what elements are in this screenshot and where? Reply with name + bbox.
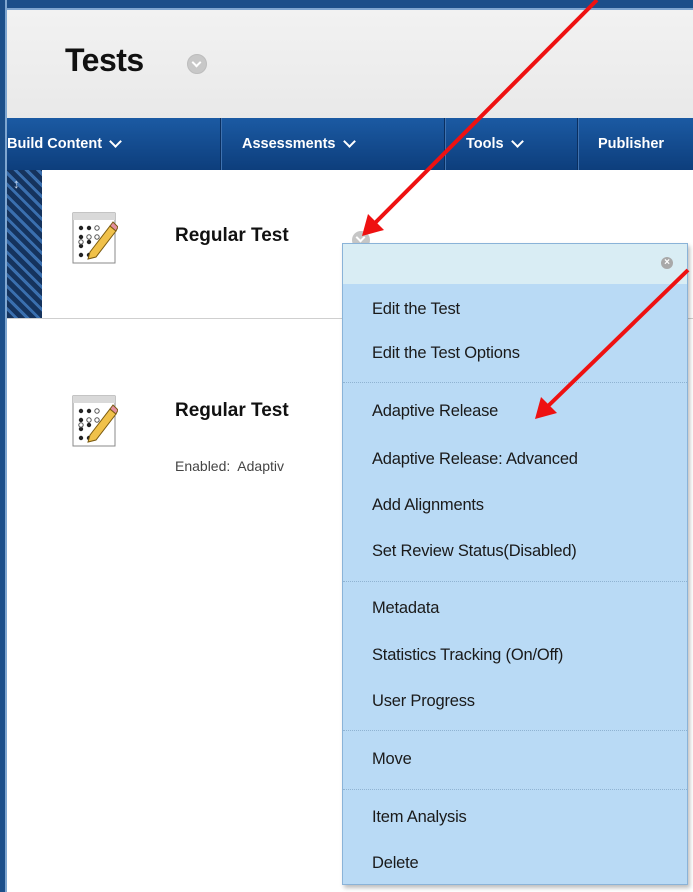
enabled-label: Enabled: — [175, 458, 231, 474]
title-options-chevron-icon[interactable] — [187, 54, 207, 74]
window-frame-top — [0, 0, 693, 10]
test-pencil-icon — [72, 212, 118, 264]
action-bar: Build Content Assessments Tools Publishe… — [7, 118, 693, 170]
actionbar-divider — [220, 118, 222, 170]
item-title-regular-test-2[interactable]: Regular Test — [175, 400, 289, 422]
publisher-label: Publisher — [598, 136, 665, 152]
menu-item-adaptive-release[interactable]: Adaptive Release — [343, 389, 687, 433]
menu-item-item-analysis[interactable]: Item Analysis — [343, 795, 687, 839]
test-pencil-icon — [72, 395, 118, 447]
actionbar-divider — [577, 118, 579, 170]
context-menu: × Edit the Test Edit the Test Options Ad… — [342, 243, 688, 885]
context-menu-header: × — [343, 244, 687, 284]
tools-label: Tools — [466, 136, 504, 152]
build-content-button[interactable]: Build Content — [7, 118, 122, 170]
menu-item-set-review-status[interactable]: Set Review Status(Disabled) — [343, 529, 687, 573]
menu-item-edit-test-options[interactable]: Edit the Test Options — [343, 331, 687, 375]
menu-item-statistics-tracking[interactable]: Statistics Tracking (On/Off) — [343, 633, 687, 677]
chevron-down-icon — [342, 135, 356, 148]
page-header: Tests — [7, 10, 693, 118]
menu-divider — [343, 730, 687, 731]
menu-divider — [343, 382, 687, 383]
chevron-down-icon — [109, 135, 122, 148]
build-content-label: Build Content — [7, 136, 103, 152]
window-frame-left — [0, 0, 7, 892]
drag-handle[interactable]: ↕ — [7, 170, 42, 318]
menu-item-move[interactable]: Move — [343, 737, 687, 781]
menu-divider — [343, 789, 687, 790]
close-icon[interactable]: × — [661, 257, 673, 269]
menu-item-edit-test[interactable]: Edit the Test — [343, 287, 687, 331]
enabled-value: Adaptiv — [237, 458, 284, 474]
actionbar-divider — [444, 118, 446, 170]
menu-divider — [343, 581, 687, 582]
menu-item-delete[interactable]: Delete — [343, 841, 687, 885]
menu-item-adaptive-release-advanced[interactable]: Adaptive Release: Advanced — [343, 437, 687, 481]
tools-button[interactable]: Tools — [466, 118, 524, 170]
item-title-regular-test[interactable]: Regular Test — [175, 225, 289, 247]
menu-item-metadata[interactable]: Metadata — [343, 586, 687, 630]
chevron-down-icon — [510, 135, 524, 148]
enabled-status: Enabled: Adaptiv — [175, 458, 284, 474]
menu-item-user-progress[interactable]: User Progress — [343, 679, 687, 723]
publisher-button[interactable]: Publisher — [598, 118, 664, 170]
menu-item-add-alignments[interactable]: Add Alignments — [343, 483, 687, 527]
reorder-arrow-icon: ↕ — [13, 176, 20, 191]
assessments-label: Assessments — [242, 136, 336, 152]
assessments-button[interactable]: Assessments — [242, 118, 356, 170]
page-title: Tests — [65, 42, 144, 78]
